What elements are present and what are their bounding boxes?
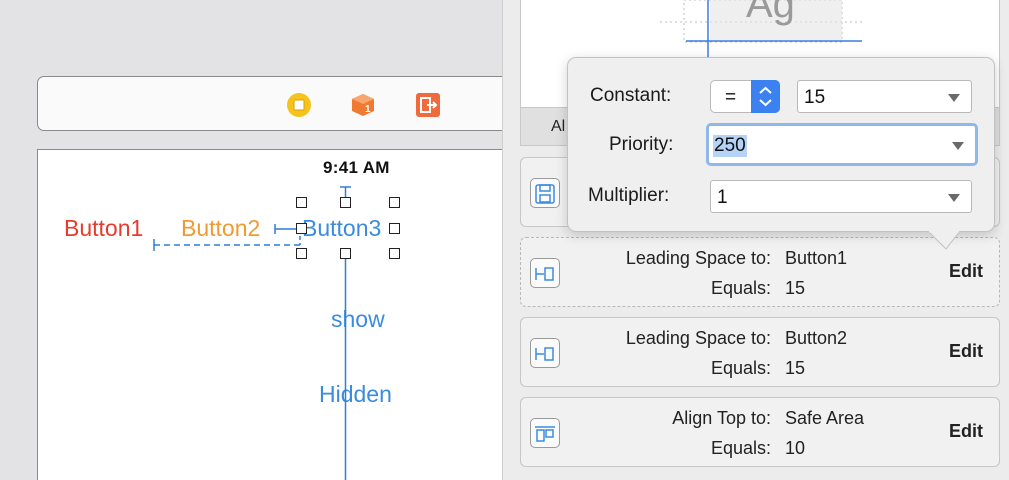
priority-value[interactable]: 250 [713,135,747,157]
relation-stepper[interactable] [751,80,780,113]
resize-handle-right[interactable] [389,223,400,234]
constraint-card-align-top[interactable]: Align Top to: Safe Area Equals: 10 Edit [520,397,1000,467]
constant-value[interactable]: 15 [804,87,825,109]
resize-handle-bottom-left[interactable] [296,248,307,259]
equals-label: Equals: [710,438,771,458]
popover-arrow [927,231,961,250]
multiplier-combo[interactable]: 1 [710,180,972,213]
constraint-target: Button1 [785,248,848,268]
align-top-icon [530,418,560,448]
constant-label: Constant: [590,85,672,106]
resize-handle-left[interactable] [296,223,307,234]
equals-value: 10 [785,438,806,458]
chevron-down-icon[interactable] [948,194,960,202]
constant-combo[interactable]: 15 [797,80,972,113]
edit-button[interactable]: Edit [949,261,983,282]
resize-handle-top[interactable] [340,197,351,208]
constraint-card-leading-button2[interactable]: Leading Space to: Button2 Equals: 15 Edi… [520,317,1000,387]
relation-popup[interactable]: = [710,80,780,113]
equals-label: Equals: [710,358,771,378]
segment-label[interactable]: Al [551,118,565,136]
chevron-up-down-icon [759,86,772,107]
constraint-title: Align Top to: [672,408,771,428]
save-constraint-icon [530,178,560,208]
constraint-target: Button2 [785,328,848,348]
constraint-title: Leading Space to: [625,328,771,348]
constraint-title: Leading Space to: [625,248,771,268]
resize-handle-top-left[interactable] [296,197,307,208]
equals-value: 15 [785,278,806,298]
leading-space-icon [530,258,560,288]
edit-button[interactable]: Edit [949,421,983,442]
multiplier-label: Multiplier: [588,185,670,206]
chevron-down-icon[interactable] [952,142,964,150]
chevron-down-icon[interactable] [948,94,960,102]
constraint-target: Safe Area [785,408,865,428]
leading-space-icon [530,338,560,368]
multiplier-value[interactable]: 1 [717,187,728,209]
equals-value: 15 [785,358,806,378]
constraint-lines [153,186,351,480]
resize-handle-bottom-right[interactable] [389,248,400,259]
edit-button[interactable]: Edit [949,341,983,362]
preview-text: Ag [746,0,795,26]
resize-handle-bottom[interactable] [340,248,351,259]
priority-label: Priority: [609,134,674,155]
relation-value: = [725,87,737,108]
priority-combo[interactable]: 250 [706,123,978,166]
equals-label: Equals: [710,278,771,298]
resize-handle-top-right[interactable] [389,197,400,208]
